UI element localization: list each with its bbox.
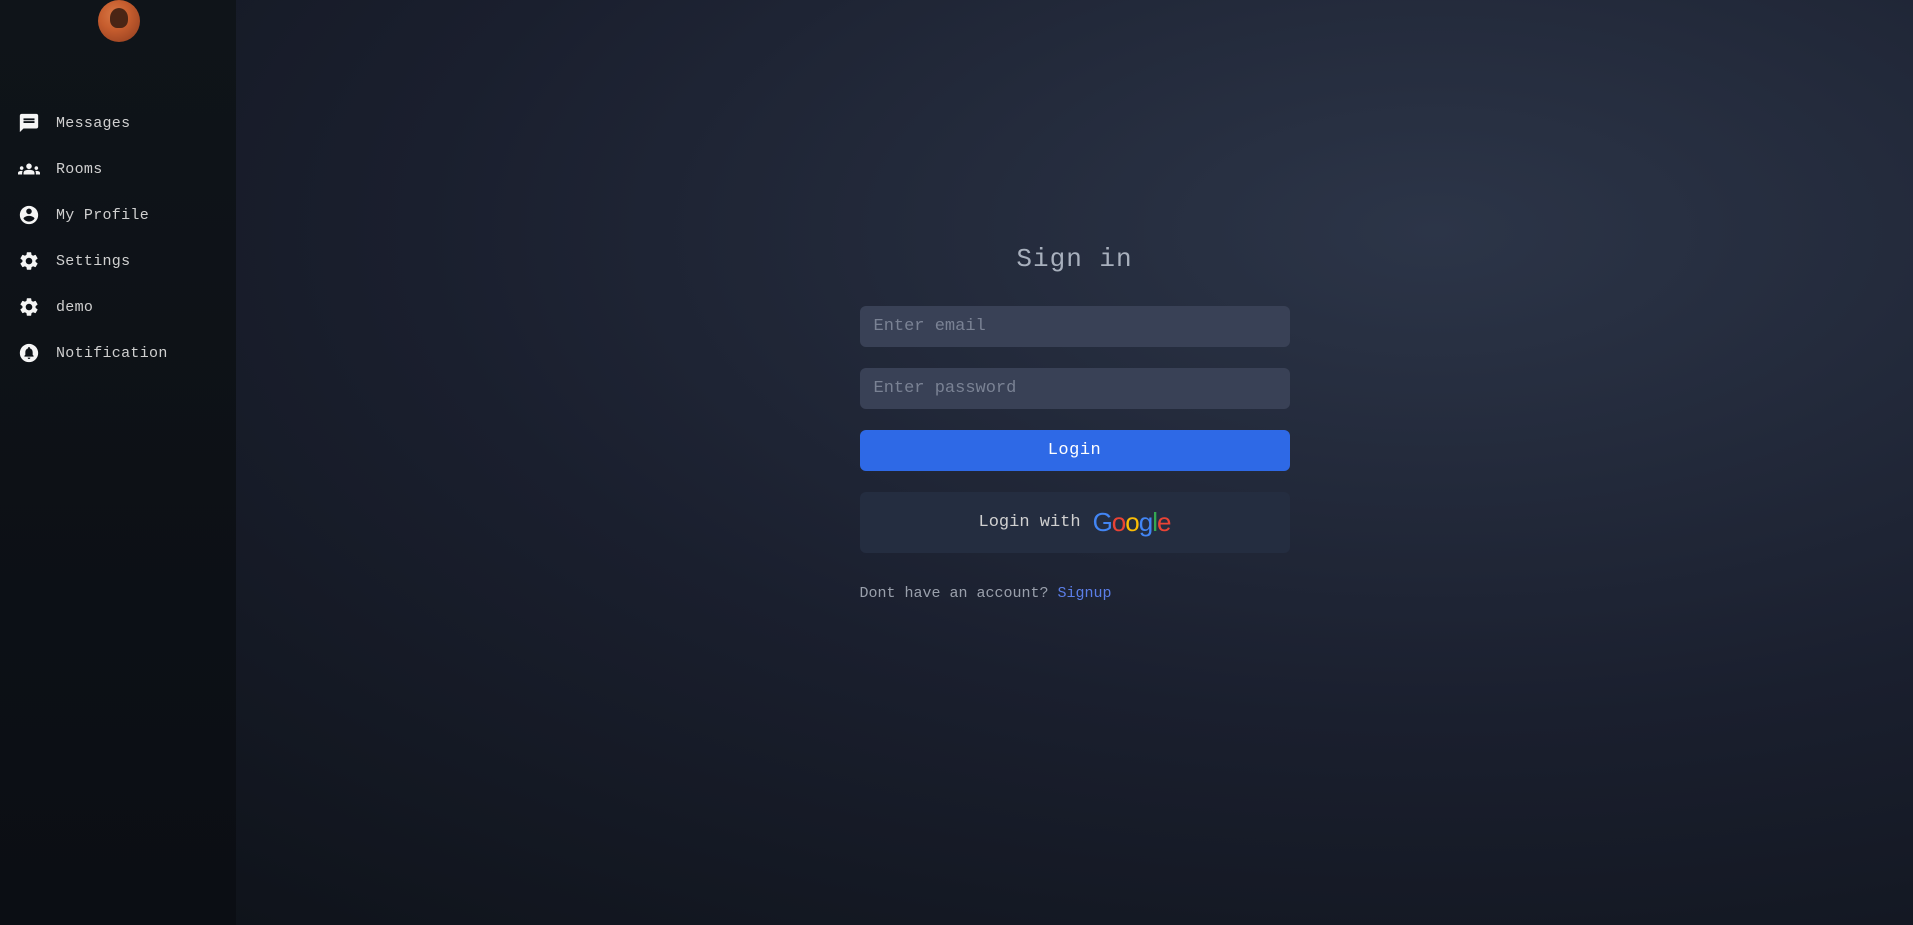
sidebar: Messages Rooms My Profile Settings	[0, 0, 236, 925]
sidebar-item-label: demo	[56, 299, 93, 316]
sidebar-item-notification[interactable]: Notification	[0, 330, 236, 376]
google-logo-icon: Google	[1093, 507, 1171, 538]
sidebar-item-rooms[interactable]: Rooms	[0, 146, 236, 192]
sidebar-item-label: Messages	[56, 115, 130, 132]
bell-icon	[18, 342, 40, 364]
login-button[interactable]: Login	[860, 430, 1290, 471]
google-button-text: Login with	[979, 513, 1081, 532]
password-input[interactable]	[860, 368, 1290, 409]
email-input[interactable]	[860, 306, 1290, 347]
avatar[interactable]	[98, 0, 140, 42]
nav-list: Messages Rooms My Profile Settings	[0, 62, 236, 376]
signup-link[interactable]: Signup	[1058, 585, 1112, 602]
sidebar-item-label: Notification	[56, 345, 168, 362]
message-icon	[18, 112, 40, 134]
sidebar-item-demo[interactable]: demo	[0, 284, 236, 330]
login-form: Sign in Login Login with Google Dont hav…	[860, 244, 1290, 602]
group-icon	[18, 158, 40, 180]
sidebar-item-messages[interactable]: Messages	[0, 100, 236, 146]
avatar-container	[0, 0, 236, 62]
main-content: Sign in Login Login with Google Dont hav…	[236, 0, 1913, 925]
signup-prompt: Dont have an account? Signup	[860, 585, 1290, 602]
settings-icon	[18, 250, 40, 272]
sidebar-item-profile[interactable]: My Profile	[0, 192, 236, 238]
settings-icon	[18, 296, 40, 318]
login-with-google-button[interactable]: Login with Google	[860, 492, 1290, 553]
sidebar-item-label: My Profile	[56, 207, 149, 224]
sidebar-item-settings[interactable]: Settings	[0, 238, 236, 284]
no-account-text: Dont have an account?	[860, 585, 1049, 602]
login-title: Sign in	[1016, 244, 1132, 274]
sidebar-item-label: Rooms	[56, 161, 103, 178]
account-icon	[18, 204, 40, 226]
sidebar-item-label: Settings	[56, 253, 130, 270]
